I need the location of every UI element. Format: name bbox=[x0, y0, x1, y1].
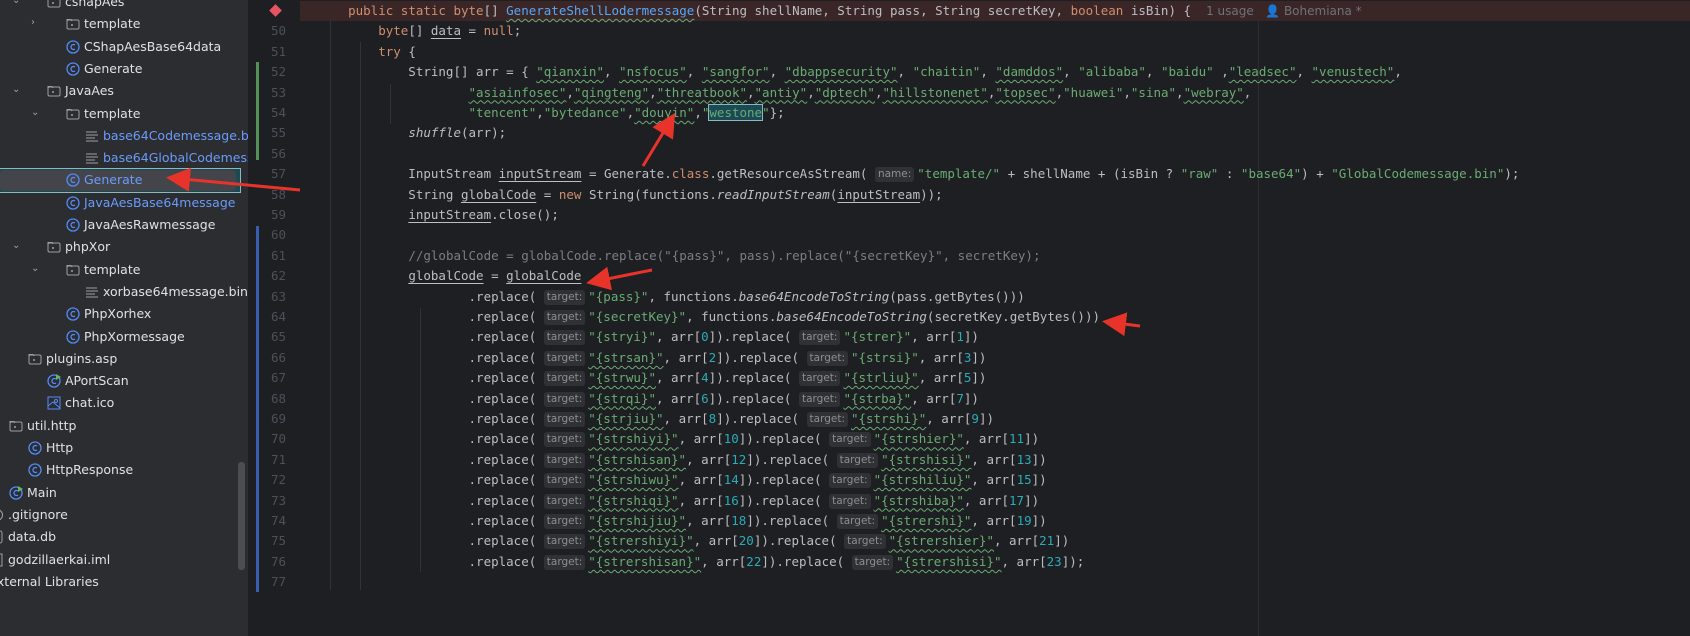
arrow-to-douyin bbox=[641, 112, 676, 167]
arrow-to-globalcode bbox=[586, 266, 653, 291]
arrow-to-generate bbox=[166, 167, 301, 192]
arrow-to-secretkey-line bbox=[1102, 312, 1141, 337]
annotation-arrows bbox=[166, 112, 1141, 337]
